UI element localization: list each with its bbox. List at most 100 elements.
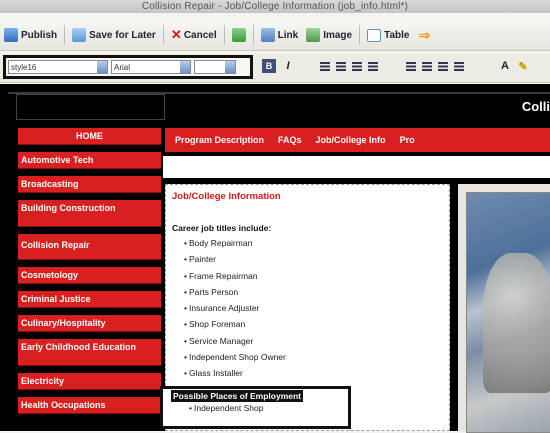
save-for-later-button[interactable]: Save for Later	[68, 24, 160, 46]
site-header: Colli	[8, 92, 550, 122]
photo-panel	[458, 184, 550, 433]
image-label: Image	[323, 29, 353, 41]
align-right-button[interactable]	[350, 59, 364, 73]
list-item: Painter	[184, 253, 286, 269]
table-label: Table	[384, 29, 410, 41]
chevron-down-icon	[180, 61, 190, 73]
table-icon	[367, 28, 382, 42]
page-title: Job/College Information	[172, 191, 281, 202]
align-right-icon	[352, 61, 362, 71]
save-icon	[72, 28, 87, 42]
sidebar-item-automotive-tech[interactable]: Automotive Tech	[18, 152, 161, 169]
collision-repair-photo	[466, 192, 550, 433]
justify-icon	[368, 61, 378, 71]
tab-program-more[interactable]: Pro	[400, 135, 415, 145]
link-button[interactable]: Link	[257, 24, 303, 46]
bold-icon: B	[265, 61, 273, 71]
outdent-button[interactable]	[436, 59, 450, 73]
site-title: Colli	[521, 99, 550, 114]
image-button[interactable]: Image	[302, 24, 356, 46]
align-center-icon	[336, 61, 346, 71]
job-titles-list: Body Repairman Painter Frame Repairman P…	[184, 237, 286, 384]
italic-button[interactable]: I	[281, 59, 295, 73]
size-select[interactable]	[194, 60, 236, 74]
publish-icon	[4, 28, 18, 42]
style-select[interactable]: style16	[8, 60, 108, 74]
list-item: Insurance Adjuster	[184, 302, 286, 318]
photo-figure	[483, 253, 550, 393]
outdent-icon	[438, 61, 448, 71]
toolbar-divider	[223, 25, 225, 45]
arrow-right-icon: ⇒	[418, 27, 431, 43]
toolbar-divider	[359, 25, 361, 45]
list-item: Parts Person	[184, 286, 286, 302]
places-header: Possible Places of Employment	[171, 390, 304, 402]
publish-button[interactable]: Publish	[0, 24, 61, 46]
link-icon	[260, 28, 275, 42]
indent-button[interactable]	[452, 59, 466, 73]
list-item: Shop Foreman	[184, 318, 286, 334]
italic-icon: I	[286, 60, 290, 72]
chevron-down-icon	[225, 61, 235, 73]
list-item: Independent Shop Owner	[184, 351, 286, 367]
font-color-icon: A	[501, 60, 509, 72]
cancel-label: Cancel	[183, 29, 217, 41]
highlight-button[interactable]: ✎	[516, 59, 530, 73]
sidebar-item-broadcasting[interactable]: Broadcasting	[18, 176, 161, 193]
toolbar-divider	[252, 25, 254, 45]
undo-button[interactable]	[228, 24, 250, 46]
window-title: Collision Repair - Job/College Informati…	[0, 0, 550, 13]
image-icon	[306, 28, 321, 42]
indent-icon	[454, 61, 464, 71]
font-color-button[interactable]: A	[498, 59, 512, 73]
career-intro: Career job titles include:	[172, 223, 272, 233]
table-button[interactable]: Table	[363, 24, 413, 46]
top-nav: Program Description FAQs Job/College Inf…	[165, 128, 550, 152]
header-left-region	[16, 94, 165, 120]
format-toolbar: style16 Arial B I A ✎	[0, 54, 550, 83]
unordered-list-button[interactable]	[420, 59, 434, 73]
align-left-button[interactable]	[318, 59, 332, 73]
tab-job-college-info[interactable]: Job/College Info	[316, 135, 386, 145]
undo-icon	[231, 28, 246, 42]
toolbar-divider	[162, 25, 164, 45]
save-for-later-label: Save for Later	[89, 29, 156, 41]
sidebar-item-criminal-justice[interactable]: Criminal Justice	[18, 291, 161, 308]
ordered-list-button[interactable]	[404, 59, 418, 73]
justify-button[interactable]	[366, 59, 380, 73]
unordered-list-icon	[422, 61, 432, 71]
sidebar-item-building-construction[interactable]: Building Construction	[18, 200, 161, 227]
highlighter-icon: ✎	[518, 60, 528, 73]
sidebar-item-cosmetology[interactable]: Cosmetology	[18, 267, 161, 284]
font-select[interactable]: Arial	[111, 60, 191, 74]
ordered-list-icon	[406, 61, 416, 71]
list-item: Service Manager	[184, 335, 286, 351]
list-item: Glass Installer	[184, 367, 286, 383]
content-spacer	[163, 156, 550, 178]
link-label: Link	[277, 29, 299, 41]
sidebar-item-home[interactable]: HOME	[18, 128, 161, 145]
style-select-value: style16	[11, 62, 37, 72]
sidebar-item-culinary-hospitality[interactable]: Culinary/Hospitality	[18, 315, 161, 332]
list-item: Body Repairman	[184, 237, 286, 253]
page-canvas: Colli HOME Automotive Tech Broadcasting …	[0, 84, 550, 433]
sidebar-item-electricity[interactable]: Electricity	[18, 373, 161, 390]
chevron-down-icon	[97, 61, 107, 73]
align-center-button[interactable]	[334, 59, 348, 73]
bold-button[interactable]: B	[262, 59, 276, 73]
align-left-icon	[320, 61, 330, 71]
list-item: Frame Repairman	[184, 270, 286, 286]
close-icon: ✕	[170, 27, 182, 42]
toolbar-divider	[64, 25, 66, 45]
sidebar-nav: HOME Automotive Tech Broadcasting Buildi…	[18, 128, 161, 421]
sidebar-item-health-occupations[interactable]: Health Occupations	[18, 397, 161, 414]
font-controls-highlight: style16 Arial	[3, 55, 253, 79]
list-item: Independent Shop	[189, 403, 263, 413]
sidebar-item-early-childhood-education[interactable]: Early Childhood Education	[18, 339, 161, 366]
sidebar-item-collision-repair[interactable]: Collision Repair	[18, 234, 161, 260]
cancel-button[interactable]: ✕ Cancel	[167, 24, 221, 46]
insert-arrow-button[interactable]: ⇒	[413, 24, 435, 46]
tab-faqs[interactable]: FAQs	[278, 135, 302, 145]
main-toolbar: Publish Save for Later ✕ Cancel Link Imag…	[0, 20, 550, 51]
tab-program-description[interactable]: Program Description	[175, 135, 264, 145]
